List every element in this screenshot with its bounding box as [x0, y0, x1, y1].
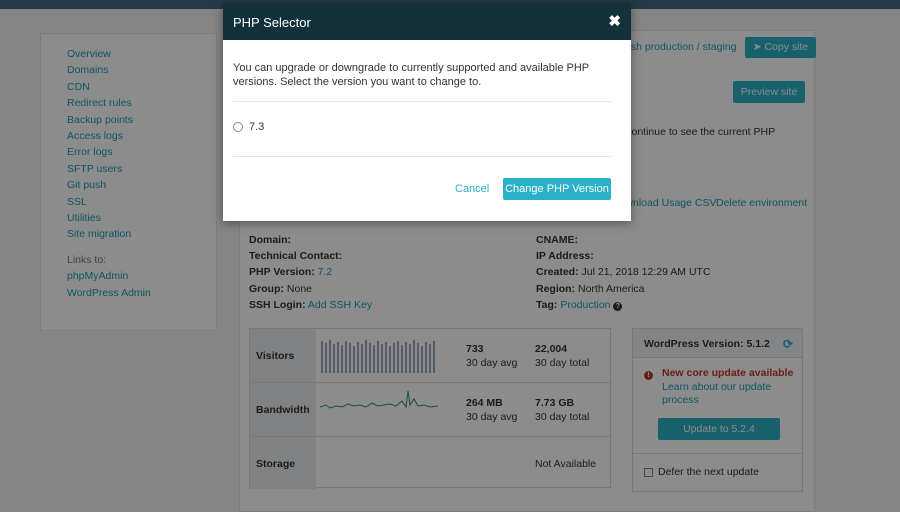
modal-title: PHP Selector — [233, 15, 311, 30]
modal-header: PHP Selector ✖ — [223, 3, 631, 40]
change-php-version-button[interactable]: Change PHP Version — [503, 178, 611, 200]
close-icon[interactable]: ✖ — [608, 12, 621, 30]
php-selector-modal: PHP Selector ✖ You can upgrade or downgr… — [223, 3, 631, 221]
modal-divider — [233, 101, 611, 102]
php-option-row[interactable]: 7.3 — [233, 121, 264, 133]
modal-divider — [233, 156, 611, 157]
php-version-option-label[interactable]: 7.3 — [249, 121, 264, 133]
modal-message: You can upgrade or downgrade to currentl… — [233, 62, 589, 88]
cancel-button[interactable]: Cancel — [455, 183, 489, 195]
php-version-radio[interactable] — [233, 122, 243, 132]
